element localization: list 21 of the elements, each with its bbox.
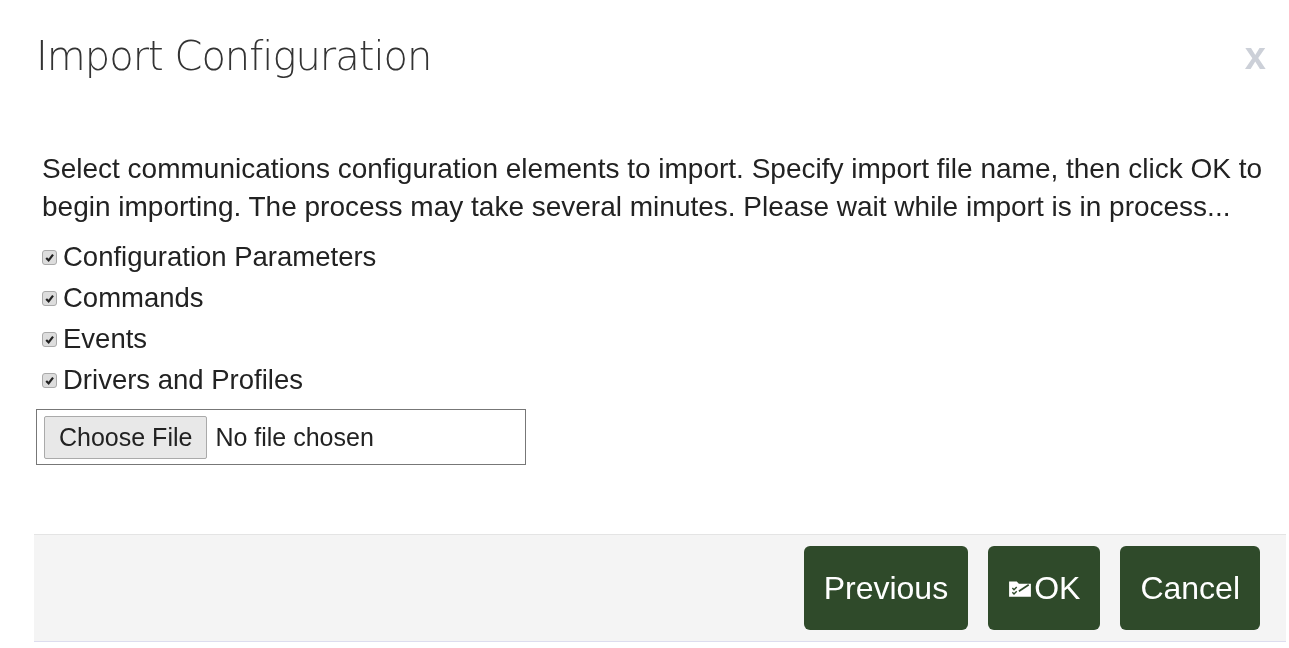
- checkbox[interactable]: [42, 331, 57, 347]
- checkmark-icon: [44, 292, 55, 304]
- dialog-title: Import Configuration: [36, 33, 432, 79]
- option-label: Commands: [63, 282, 204, 314]
- checkmark-icon: [44, 333, 55, 345]
- checkbox[interactable]: [42, 290, 57, 306]
- option-label: Configuration Parameters: [63, 241, 377, 273]
- option-label: Events: [63, 323, 148, 355]
- checkbox[interactable]: [42, 249, 57, 265]
- instructions-text: Select communications configuration elements to import. Specify import file name, then click OK to begin importing. The process may take several minutes. Please wait while import is in process...: [42, 152, 1264, 224]
- checklist-icon: [1008, 578, 1033, 598]
- file-status: No file chosen: [215, 422, 374, 452]
- action-button[interactable]: Previous: [803, 546, 969, 630]
- action-button[interactable]: OK: [988, 546, 1101, 630]
- checkmark-icon: [44, 251, 55, 263]
- checkmark-icon: [44, 374, 55, 386]
- checkbox[interactable]: [42, 372, 57, 388]
- action-button[interactable]: Cancel: [1120, 546, 1260, 630]
- option-label: Drivers and Profiles: [63, 364, 303, 396]
- choose-file-button[interactable]: Choose File: [44, 415, 208, 459]
- file-input[interactable]: Choose File No file chosen: [36, 409, 526, 465]
